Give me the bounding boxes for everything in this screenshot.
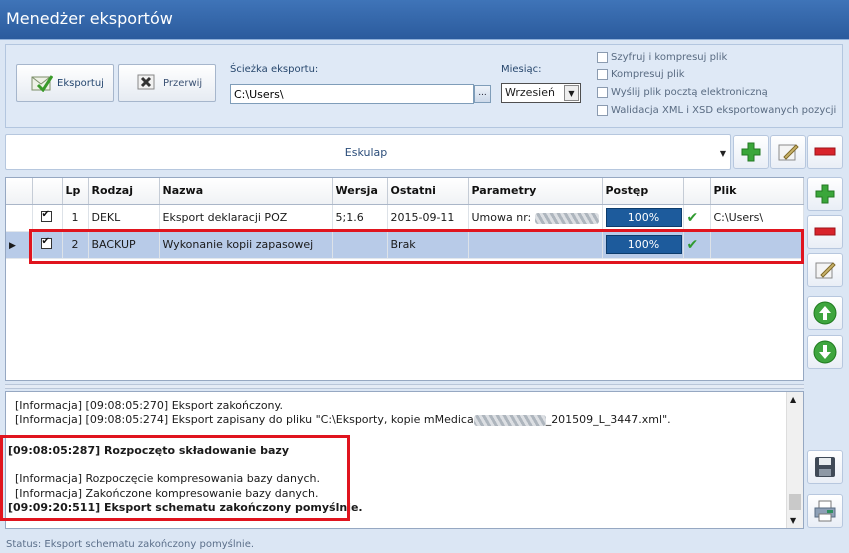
save-log-button[interactable] <box>807 450 843 484</box>
plus-icon <box>815 184 835 204</box>
cell-lp: 1 <box>62 204 89 232</box>
highlight-box <box>29 229 804 264</box>
export-table: Lp Rodzaj Nazwa Wersja Ostatni Parametry… <box>5 177 804 381</box>
col-check <box>32 178 63 205</box>
cancel-button[interactable]: Przerwij <box>118 64 216 102</box>
export-path-input[interactable] <box>230 84 474 104</box>
option-label: Szyfruj i kompresuj plik <box>611 52 728 63</box>
col-status <box>683 178 711 205</box>
edit-icon <box>778 144 799 161</box>
profile-value: Eskulap <box>344 146 388 159</box>
minus-icon <box>814 227 836 236</box>
option-validate-xml[interactable]: Walidacja XML i XSD eksportowanych pozyc… <box>597 105 836 116</box>
export-icon <box>31 72 54 95</box>
remove-profile-button[interactable] <box>807 135 843 169</box>
option-label: Kompresuj plik <box>611 69 685 80</box>
col-lp[interactable]: Lp <box>62 178 89 205</box>
checkmark-icon: ✔ <box>686 209 699 226</box>
export-path-label: Ścieżka eksportu: <box>230 64 319 75</box>
print-icon <box>814 500 836 522</box>
arrow-up-icon <box>813 301 837 325</box>
scroll-up-icon[interactable]: ▲ <box>790 395 796 404</box>
plus-icon <box>741 142 761 162</box>
option-checkbox[interactable] <box>597 105 608 116</box>
month-label: Miesiąc: <box>501 64 542 75</box>
cell-postep: 100% <box>602 204 684 232</box>
edit-icon <box>815 262 836 279</box>
move-down-button[interactable] <box>807 335 843 369</box>
cell-plik: C:\Users\ <box>710 204 804 232</box>
row-pointer-icon: ▶ <box>9 241 16 251</box>
title-bar: Menedżer eksportów <box>0 0 849 40</box>
export-button-label: Eksportuj <box>57 77 104 89</box>
row-checkbox[interactable] <box>40 209 52 222</box>
table-row[interactable]: 1 DEKL Eksport deklaracji POZ 5;1.6 2015… <box>6 204 804 232</box>
cell-ok: ✔ <box>683 204 711 232</box>
scroll-down-icon[interactable]: ▼ <box>790 516 796 525</box>
log-text: [Informacja] [09:08:05:274] Eksport zapi… <box>15 413 474 426</box>
minus-icon <box>814 147 836 156</box>
profile-select[interactable]: Eskulap ▼ <box>5 134 731 170</box>
move-up-button[interactable] <box>807 296 843 330</box>
status-bar: Status: Eksport schematu zakończony pomy… <box>6 539 255 550</box>
cell-parametry: Umowa nr: <box>468 204 603 232</box>
col-nazwa[interactable]: Nazwa <box>159 178 333 205</box>
month-value: Wrzesień <box>505 86 555 99</box>
browse-path-button[interactable]: ... <box>474 85 491 103</box>
arrow-down-icon <box>813 340 837 364</box>
log-scrollbar[interactable]: ▲ ▼ <box>786 392 803 528</box>
log-text: _201509_L_3447.xml". <box>545 413 671 426</box>
col-indicator <box>6 178 33 205</box>
progress-bar: 100% <box>605 208 682 227</box>
cancel-button-label: Przerwij <box>163 77 203 89</box>
export-button[interactable]: Eksportuj <box>16 64 114 102</box>
option-checkbox[interactable] <box>597 87 608 98</box>
cell-nazwa: Eksport deklaracji POZ <box>159 204 333 232</box>
col-postep[interactable]: Postęp <box>602 178 684 205</box>
add-profile-button[interactable] <box>733 135 769 169</box>
col-rodzaj[interactable]: Rodzaj <box>88 178 160 205</box>
remove-row-button[interactable] <box>807 215 843 249</box>
col-wersja[interactable]: Wersja <box>332 178 388 205</box>
option-send-email[interactable]: Wyślij plik pocztą elektroniczną <box>597 87 768 98</box>
log-line: [Informacja] [09:08:05:274] Eksport zapi… <box>15 413 671 426</box>
cell-rodzaj: DEKL <box>88 204 160 232</box>
option-label: Wyślij plik pocztą elektroniczną <box>611 87 768 98</box>
parametry-text: Umowa nr: <box>471 211 532 224</box>
month-select[interactable]: Wrzesień ▼ <box>501 83 581 103</box>
log-line: [Informacja] [09:08:05:270] Eksport zako… <box>15 399 283 412</box>
print-log-button[interactable] <box>807 494 843 528</box>
edit-row-button[interactable] <box>807 253 843 287</box>
option-compress[interactable]: Kompresuj plik <box>597 69 685 80</box>
add-row-button[interactable] <box>807 177 843 211</box>
col-plik[interactable]: Plik <box>710 178 804 205</box>
option-checkbox[interactable] <box>597 52 608 63</box>
option-checkbox[interactable] <box>597 69 608 80</box>
redacted-text <box>534 212 599 224</box>
cell-ostatni: 2015-09-11 <box>387 204 469 232</box>
edit-profile-button[interactable] <box>770 135 806 169</box>
cancel-icon <box>137 73 157 94</box>
option-label: Walidacja XML i XSD eksportowanych pozyc… <box>611 105 837 116</box>
option-encrypt-compress[interactable]: Szyfruj i kompresuj plik <box>597 52 727 63</box>
table-header: Lp Rodzaj Nazwa Wersja Ostatni Parametry… <box>6 178 804 205</box>
col-ostatni[interactable]: Ostatni <box>387 178 469 205</box>
floppy-disk-icon <box>815 457 835 477</box>
splitter[interactable] <box>5 384 804 389</box>
window-title: Menedżer eksportów <box>6 9 173 28</box>
chevron-down-icon: ▼ <box>719 149 726 158</box>
col-parametry[interactable]: Parametry <box>468 178 603 205</box>
scroll-thumb[interactable] <box>789 494 801 510</box>
highlight-box <box>0 435 350 521</box>
chevron-down-icon: ▼ <box>564 85 579 101</box>
redacted-text <box>473 414 546 426</box>
cell-wersja: 5;1.6 <box>332 204 388 232</box>
row-indicator <box>6 204 33 232</box>
